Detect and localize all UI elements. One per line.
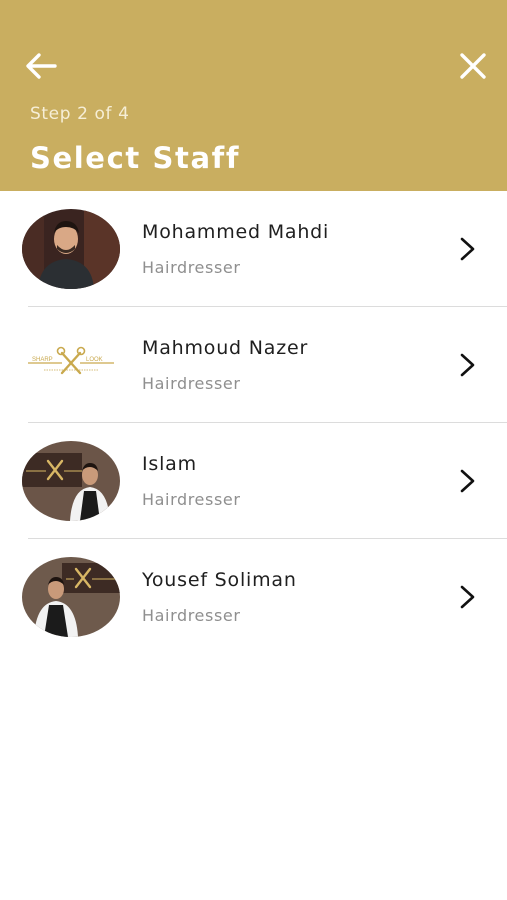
staff-item-yousef-soliman[interactable]: Yousef Soliman Hairdresser	[0, 539, 507, 655]
staff-role: Hairdresser	[142, 490, 241, 509]
logo-text-right: LOOK	[86, 357, 103, 363]
arrow-left-icon[interactable]	[24, 50, 58, 82]
staff-role: Hairdresser	[142, 606, 241, 625]
page-title: Select Staff	[30, 141, 241, 175]
chevron-right-icon	[460, 353, 475, 377]
staff-avatar	[22, 209, 120, 289]
staff-name: Islam	[142, 453, 197, 475]
chevron-right-icon	[460, 469, 475, 493]
close-icon[interactable]	[457, 51, 489, 81]
staff-name: Yousef Soliman	[142, 569, 297, 591]
staff-avatar	[22, 557, 120, 637]
staff-avatar: SHARP LOOK	[22, 325, 120, 405]
logo-text-left: SHARP	[32, 357, 53, 363]
staff-item-mohammed-mahdi[interactable]: Mohammed Mahdi Hairdresser	[0, 191, 507, 307]
chevron-right-icon	[460, 585, 475, 609]
staff-name: Mohammed Mahdi	[142, 221, 330, 243]
step-indicator: Step 2 of 4	[30, 104, 130, 124]
staff-name: Mahmoud Nazer	[142, 337, 309, 359]
staff-role: Hairdresser	[142, 258, 241, 277]
chevron-right-icon	[460, 237, 475, 261]
staff-item-mahmoud-nazer[interactable]: SHARP LOOK Mahmoud Nazer Hairdresser	[0, 307, 507, 423]
staff-item-islam[interactable]: Islam Hairdresser	[0, 423, 507, 539]
staff-list: Mohammed Mahdi Hairdresser SHARP LOOK Ma…	[0, 191, 507, 655]
staff-avatar	[22, 441, 120, 521]
staff-role: Hairdresser	[142, 374, 241, 393]
app-header: Step 2 of 4 Select Staff	[0, 0, 507, 191]
